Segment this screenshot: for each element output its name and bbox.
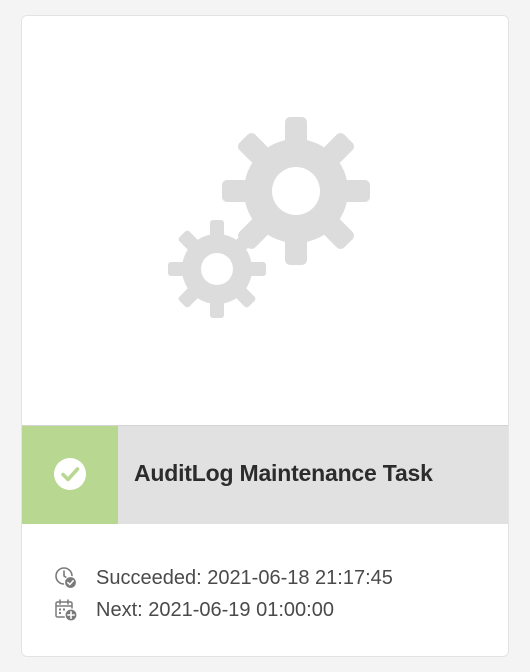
task-meta: Succeeded: 2021-06-18 21:17:45 Next: 202…: [54, 562, 494, 626]
task-card[interactable]: AuditLog Maintenance Task Succeeded: 202…: [21, 15, 509, 657]
last-run-text: Succeeded: 2021-06-18 21:17:45: [96, 566, 393, 589]
next-run-row: Next: 2021-06-19 01:00:00: [54, 594, 494, 626]
status-tile-succeeded: [22, 426, 118, 524]
gears-icon: [168, 117, 370, 318]
status-bar: AuditLog Maintenance Task: [22, 425, 508, 524]
next-run-text: Next: 2021-06-19 01:00:00: [96, 598, 334, 621]
calendar-add-icon: [55, 599, 78, 622]
task-title[interactable]: AuditLog Maintenance Task: [134, 460, 433, 487]
task-thumbnail: [22, 16, 508, 425]
check-circle-icon: [54, 458, 86, 490]
last-run-row: Succeeded: 2021-06-18 21:17:45: [54, 562, 494, 594]
clock-check-icon: [55, 567, 78, 590]
